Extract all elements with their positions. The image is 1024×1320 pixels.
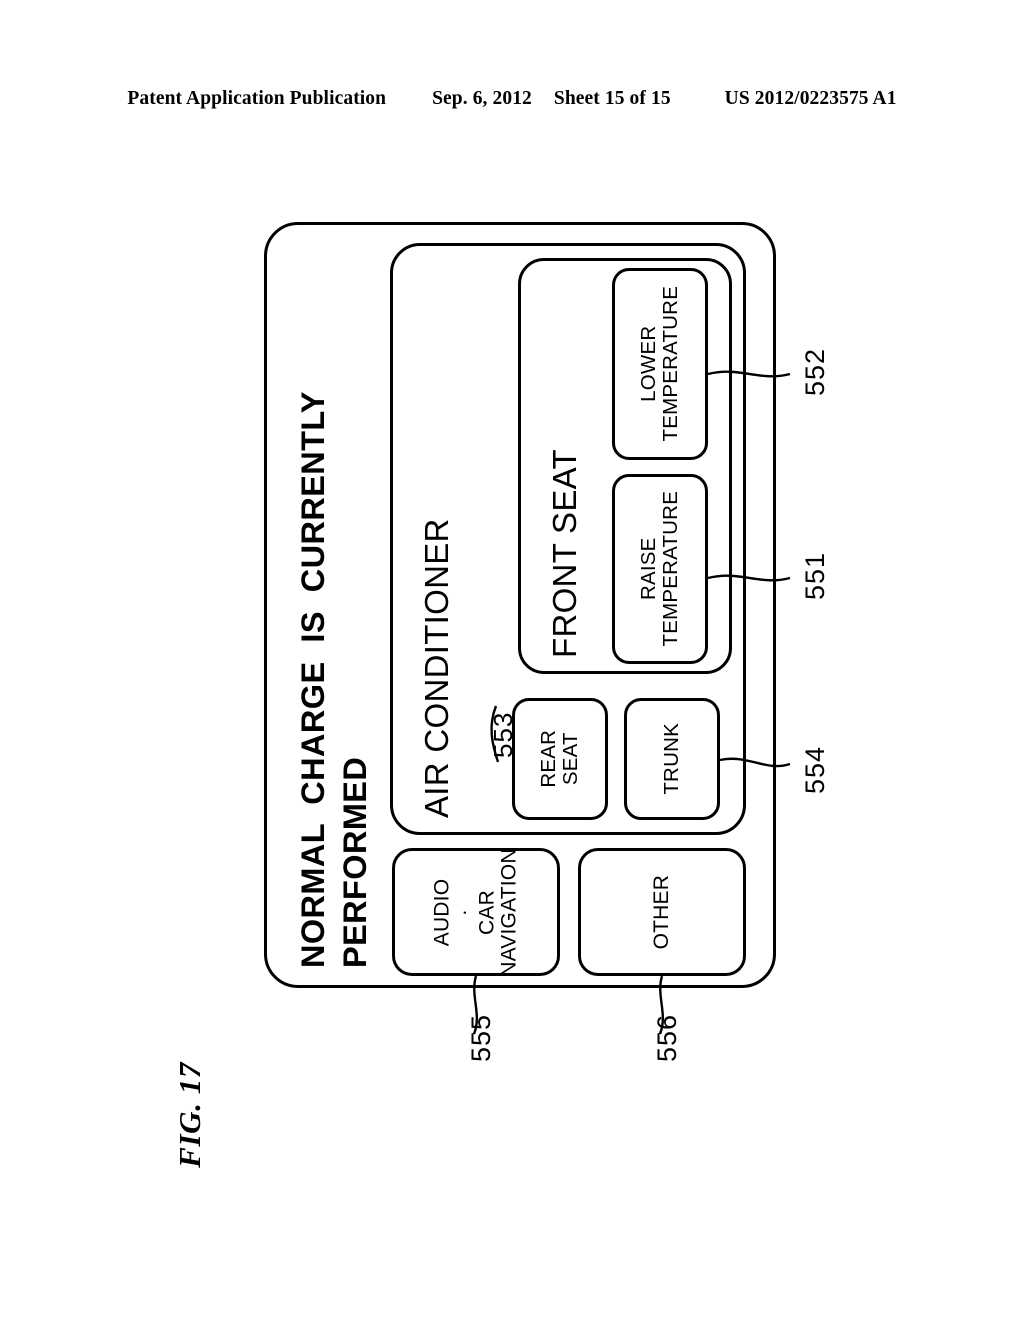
trunk-button-label: TRUNK	[660, 723, 684, 795]
publication-date: Sep. 6, 2012	[432, 88, 532, 109]
front-seat-group-label: FRONT SEAT	[546, 449, 583, 658]
reference-numeral-553: 553	[488, 711, 518, 758]
reference-numeral-556: 556	[652, 1013, 682, 1062]
sheet-number: Sheet 15 of 15	[553, 88, 671, 109]
reference-numeral-555: 555	[466, 1013, 496, 1062]
rear-seat-button[interactable]: REAR SEAT	[512, 698, 608, 820]
lower-temperature-button-label: LOWER TEMPERATURE	[637, 286, 682, 442]
reference-numeral-552: 552	[800, 347, 830, 396]
figure-label: FIG. 17	[172, 1062, 207, 1168]
patent-number: US 2012/0223575 A1	[724, 88, 897, 109]
other-button-label: OTHER	[649, 874, 673, 950]
audio-car-navigation-button[interactable]: AUDIO · CAR NAVIGATION	[392, 848, 560, 976]
reference-numeral-551: 551	[800, 551, 830, 600]
rear-seat-button-label: REAR SEAT	[537, 730, 582, 788]
lower-temperature-button[interactable]: LOWER TEMPERATURE	[612, 268, 708, 460]
status-message: NORMAL CHARGE IS CURRENTLY PERFORMED	[295, 391, 374, 968]
page-header: Patent Application Publication Sep. 6, 2…	[0, 88, 1024, 110]
reference-numeral-554: 554	[800, 745, 830, 794]
publication-title: Patent Application Publication	[127, 88, 387, 109]
air-conditioner-group-label: AIR CONDITIONER	[418, 518, 455, 818]
trunk-button[interactable]: TRUNK	[624, 698, 720, 820]
raise-temperature-button[interactable]: RAISE TEMPERATURE	[612, 474, 708, 664]
audio-car-navigation-button-label: AUDIO · CAR NAVIGATION	[430, 847, 521, 977]
raise-temperature-button-label: RAISE TEMPERATURE	[637, 491, 682, 647]
other-button[interactable]: OTHER	[578, 848, 746, 976]
